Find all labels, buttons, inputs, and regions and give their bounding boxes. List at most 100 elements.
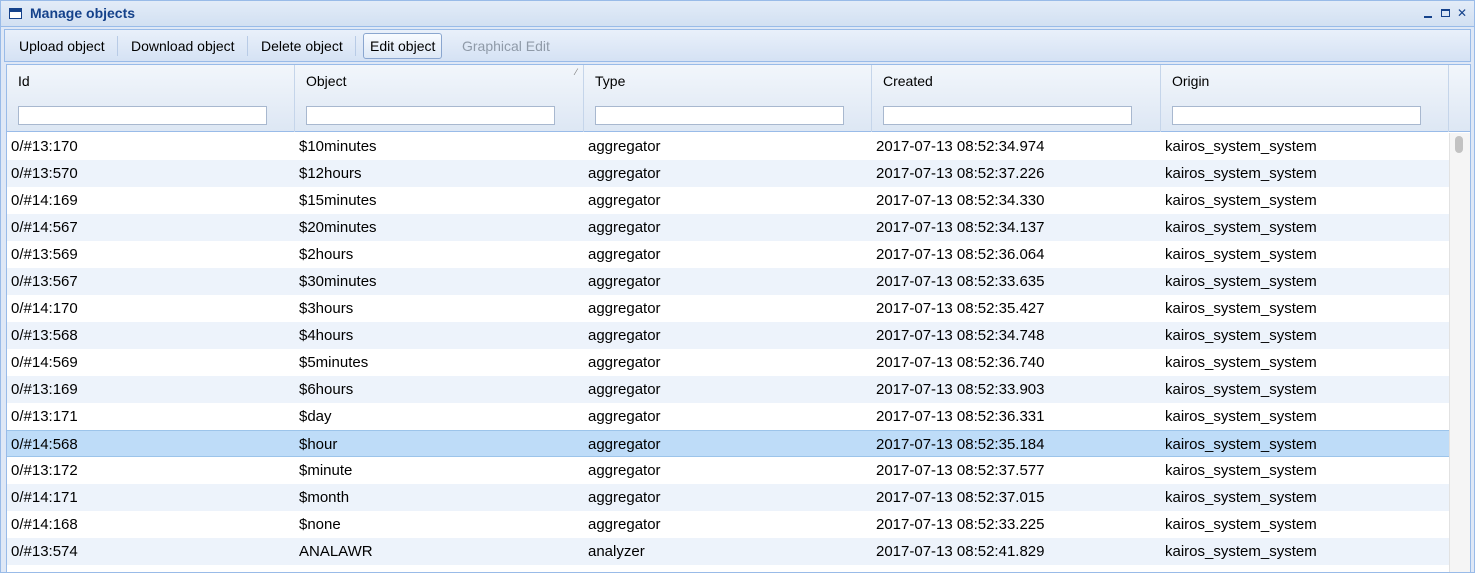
table-cell: 0/#14:569 [11,354,78,371]
type-filter-input[interactable] [595,106,844,125]
table-row[interactable]: 0/#13:171 $day aggregator 2017-07-13 08:52:… [7,403,1449,430]
column-header-created[interactable]: Created [872,65,1161,132]
table-cell: $2hours [299,246,354,263]
toolbar-separator [117,36,118,56]
grid-header: Id Object ⁄ Type Created Origin [7,65,1449,132]
table-cell: kairos_system_system [1165,381,1317,398]
objects-grid: Id Object ⁄ Type Created Origin 0/#13:17… [6,64,1471,572]
table-cell: 2017-07-13 08:52:37.577 [876,462,1045,479]
table-cell: 2017-07-13 08:52:41.829 [876,543,1045,560]
table-row[interactable]: 0/#14:171 $month aggregator 2017-07-13 08:5… [7,484,1449,511]
table-cell: 0/#14:568 [11,436,78,453]
table-cell: 0/#13:171 [11,408,78,425]
header-scroll-spacer [1449,65,1470,132]
table-cell: 2017-07-13 08:52:36.064 [876,246,1045,263]
toolbar-separator [247,36,248,56]
id-filter-input[interactable] [18,106,267,125]
column-label: Id [18,73,30,89]
toolbar: Upload object Download object Delete obj… [4,29,1471,62]
table-row[interactable]: 0/#14:168 $none aggregator 2017-07-13 08:52… [7,511,1449,538]
table-cell: kairos_system_system [1165,354,1317,371]
table-cell: 0/#14:177 [11,565,291,572]
table-cell: 2017-07-13 08:52:33.225 [876,516,1045,533]
table-cell: $10minutes [299,138,377,155]
table-cell: 0/#14:567 [11,219,78,236]
table-row[interactable]: 0/#13:169 $6hours aggregator 2017-07-13 08:… [7,376,1449,403]
table-cell: 0/#14:169 [11,192,78,209]
table-row[interactable]: 0/#14:568 $hour aggregator 2017-07-13 08:52… [7,430,1449,457]
delete-object-button[interactable]: Delete object [255,33,349,59]
table-cell: 0/#13:172 [11,462,78,479]
table-cell: kairos_system_system [1165,565,1445,572]
minimize-icon[interactable] [1421,6,1435,20]
table-cell: kairos_system_system [1165,192,1317,209]
column-header-id[interactable]: Id [7,65,295,132]
table-cell: $none [299,516,341,533]
table-cell: 2017-07-13 08:52:41.901 [876,565,1156,572]
table-cell: $20minutes [299,219,377,236]
table-row[interactable]: 0/#13:569 $2hours aggregator 2017-07-13 08:… [7,241,1449,268]
close-icon[interactable]: ✕ [1455,6,1469,20]
window-title: Manage objects [30,5,136,21]
table-cell: $30minutes [299,273,377,290]
table-cell: $6hours [299,381,354,398]
scrollbar-thumb[interactable] [1455,136,1463,153]
table-cell: 2017-07-13 08:52:36.740 [876,354,1045,371]
table-cell: 0/#14:171 [11,489,78,506]
table-cell: kairos_system_system [1165,300,1317,317]
table-cell: aggregator [588,408,661,425]
table-cell: kairos_system_system [1165,246,1317,263]
table-cell: aggregator [588,462,661,479]
table-cell: aggregator [588,489,661,506]
table-row[interactable]: 0/#13:574 ANALAWR analyzer 2017-07-13 08:52… [7,538,1449,565]
table-row[interactable]: 0/#13:570 $12hours aggregator 2017-07-13 08… [7,160,1449,187]
table-cell: 2017-07-13 08:52:33.903 [876,381,1045,398]
table-row[interactable]: 0/#14:177 ANALAWRHTML analyzer 2017-07-13 0… [7,565,1449,572]
origin-filter-input[interactable] [1172,106,1421,125]
table-cell: aggregator [588,246,661,263]
maximize-icon[interactable] [1438,6,1452,20]
table-cell: kairos_system_system [1165,408,1317,425]
table-row[interactable]: 0/#13:567 $30minutes aggregator 2017-07-13 … [7,268,1449,295]
upload-object-button[interactable]: Upload object [13,33,111,59]
column-header-origin[interactable]: Origin [1161,65,1449,132]
download-object-button[interactable]: Download object [125,33,241,59]
table-cell: analyzer [588,565,868,572]
table-cell: 2017-07-13 08:52:34.330 [876,192,1045,209]
table-row[interactable]: 0/#13:568 $4hours aggregator 2017-07-13 08:… [7,322,1449,349]
edit-object-button[interactable]: Edit object [363,33,443,59]
table-cell: $minute [299,462,353,479]
table-cell: kairos_system_system [1165,219,1317,236]
table-cell: 2017-07-13 08:52:34.748 [876,327,1045,344]
table-cell: $3hours [299,300,354,317]
column-header-type[interactable]: Type [584,65,872,132]
created-filter-input[interactable] [883,106,1132,125]
toolbar-separator [355,36,356,56]
table-row[interactable]: 0/#14:569 $5minutes aggregator 2017-07-13 0… [7,349,1449,376]
table-cell: aggregator [588,138,661,155]
table-cell: aggregator [588,381,661,398]
table-cell: 0/#13:570 [11,165,78,182]
table-cell: 0/#14:170 [11,300,78,317]
table-cell: $12hours [299,165,362,182]
table-row[interactable]: 0/#14:170 $3hours aggregator 2017-07-13 08:… [7,295,1449,322]
table-row[interactable]: 0/#13:170 $10minutes aggregator 2017-07-13 … [7,133,1449,160]
window-icon [9,8,22,19]
column-header-object[interactable]: Object ⁄ [295,65,584,132]
table-cell: kairos_system_system [1165,543,1317,560]
object-filter-input[interactable] [306,106,555,125]
table-cell: $15minutes [299,192,377,209]
table-row[interactable]: 0/#14:169 $15minutes aggregator 2017-07-13 … [7,187,1449,214]
table-cell: aggregator [588,165,661,182]
table-cell: aggregator [588,436,661,453]
table-row[interactable]: 0/#13:172 $minute aggregator 2017-07-13 08:… [7,457,1449,484]
table-cell: kairos_system_system [1165,327,1317,344]
window-titlebar: Manage objects ✕ [1,1,1474,27]
vertical-scrollbar[interactable] [1449,133,1470,572]
table-row[interactable]: 0/#14:567 $20minutes aggregator 2017-07-13 … [7,214,1449,241]
column-label: Origin [1172,73,1210,89]
table-cell: aggregator [588,327,661,344]
table-cell: aggregator [588,300,661,317]
column-label: Object [306,73,347,89]
table-cell: 2017-07-13 08:52:35.184 [876,436,1045,453]
